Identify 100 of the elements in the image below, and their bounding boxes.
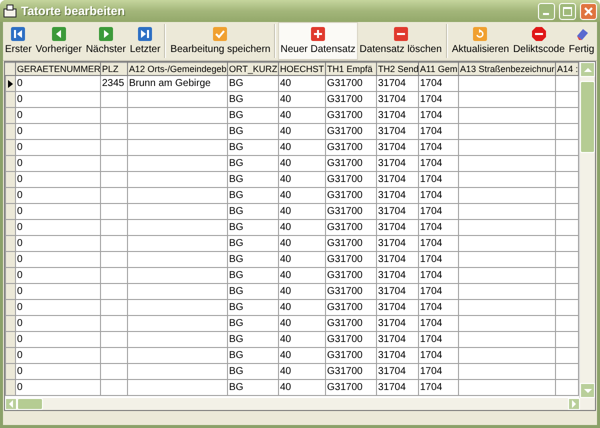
table-cell: 40 (280, 254, 292, 264)
table-cell: 1704 (420, 302, 442, 312)
scroll-up-icon[interactable] (580, 62, 595, 77)
table-cell: G31700 (327, 318, 363, 328)
table-cell: 31704 (378, 190, 406, 200)
table-cell: 40 (280, 366, 292, 376)
table-cell: G31700 (327, 350, 363, 360)
table-cell: 0 (17, 206, 23, 216)
toolbar-button[interactable]: Fertig (566, 22, 596, 60)
table-cell: 0 (17, 158, 23, 168)
table-cell: G31700 (327, 142, 363, 152)
maximize-icon (563, 6, 572, 16)
scroll-thumb[interactable] (580, 81, 595, 153)
table-cell: BG (229, 238, 244, 248)
table-cell: 40 (280, 142, 292, 152)
table-cell: G31700 (327, 302, 363, 312)
row-header[interactable] (6, 76, 16, 92)
scroll-thumb[interactable] (17, 398, 43, 410)
column-header[interactable]: A12 Orts-/Gemeindegeb (128, 62, 228, 76)
table-cell: 0 (17, 78, 23, 88)
column-header[interactable]: TH1 Empfä (326, 62, 376, 76)
table-cell: 40 (280, 334, 292, 344)
next-icon (98, 27, 113, 41)
table-cell: BG (229, 110, 244, 120)
scroll-right-icon[interactable] (568, 398, 580, 410)
table-cell: 31704 (378, 222, 406, 232)
scroll-down-icon[interactable] (580, 383, 595, 398)
close-icon (584, 6, 593, 16)
table-cell: BG (229, 158, 244, 168)
table-cell: 31704 (378, 366, 406, 376)
column-header[interactable]: A11 Gem (418, 62, 458, 76)
table-cell: BG (229, 174, 244, 184)
toolbar-button[interactable]: Nächster (84, 22, 128, 60)
table-cell: 40 (280, 190, 292, 200)
table-cell: 1704 (420, 174, 442, 184)
table-cell: 2345 (102, 78, 124, 88)
table-cell: 0 (17, 110, 23, 120)
toolbar-button[interactable]: Neuer Datensatz (278, 22, 358, 60)
toolbar-button[interactable]: Erster (3, 22, 34, 60)
table-cell: G31700 (327, 222, 363, 232)
maximize-button[interactable] (559, 2, 576, 20)
minimize-button[interactable] (538, 2, 555, 20)
horizontal-scrollbar[interactable] (5, 398, 595, 410)
toolbar-button[interactable]: Letzter (128, 22, 162, 60)
previous-icon (52, 27, 66, 41)
table-cell: 1704 (420, 78, 442, 88)
table-cell: BG (229, 318, 244, 328)
toolbar-button[interactable]: Bearbeitung speichern (168, 22, 272, 60)
table-cell: 0 (17, 286, 23, 296)
table-cell: 1704 (420, 94, 442, 104)
column-header[interactable]: PLZ (100, 62, 128, 76)
vertical-scrollbar[interactable] (579, 62, 595, 398)
table-cell: 1704 (420, 366, 442, 376)
table-cell: BG (229, 94, 244, 104)
table-cell: 1704 (420, 286, 442, 296)
table-cell: BG (229, 190, 244, 200)
table-cell: 1704 (420, 142, 442, 152)
table-cell: BG (229, 286, 244, 296)
column-header[interactable]: A14 : (556, 62, 578, 76)
table-cell: 40 (280, 350, 292, 360)
close-button[interactable] (580, 2, 597, 20)
toolbar-button[interactable]: Datensatz löschen (358, 22, 444, 60)
table-cell: 40 (280, 110, 292, 120)
table-cell: 40 (280, 286, 292, 296)
table-cell: 31704 (378, 318, 406, 328)
table-cell: BG (229, 382, 244, 392)
last-icon (138, 27, 152, 41)
toolbar-button[interactable]: Deliktscode (511, 22, 567, 60)
column-header[interactable]: A13 Straßenbezeichnur (458, 62, 556, 76)
table-cell: G31700 (327, 366, 363, 376)
table-cell: G31700 (327, 110, 363, 120)
table-cell: 31704 (378, 126, 406, 136)
table-cell: 40 (280, 174, 292, 184)
column-header[interactable]: HOECHST (278, 62, 326, 76)
table-cell: BG (229, 302, 244, 312)
window-title: Tatorte bearbeiten (21, 4, 126, 18)
toolbar-button[interactable]: Aktualisieren (450, 22, 512, 60)
table-cell: 31704 (378, 254, 406, 264)
table-cell: BG (229, 78, 244, 88)
table-cell: 0 (17, 126, 23, 136)
column-header[interactable]: ORT_KURZ (228, 62, 278, 76)
table-cell: 31704 (378, 350, 406, 360)
toolbar-button[interactable]: Vorheriger (34, 22, 84, 60)
table-cell: 0 (17, 270, 23, 280)
table-cell: 40 (280, 222, 292, 232)
table-cell: BG (229, 366, 244, 376)
stop-sign-icon (532, 27, 546, 41)
table-cell: 1704 (420, 190, 442, 200)
scroll-left-icon[interactable] (5, 398, 17, 410)
table-cell: G31700 (327, 78, 363, 88)
table-cell: 1704 (420, 254, 442, 264)
table-cell: 31704 (378, 382, 406, 392)
table-cell: 0 (17, 238, 23, 248)
table-cell: 0 (17, 142, 23, 152)
table-cell: 0 (17, 190, 23, 200)
table-cell: 1704 (420, 222, 442, 232)
table-cell: G31700 (327, 126, 363, 136)
table-cell: Brunn am Gebirge (129, 78, 211, 88)
table-cell: G31700 (327, 94, 363, 104)
minus-icon (394, 27, 408, 41)
